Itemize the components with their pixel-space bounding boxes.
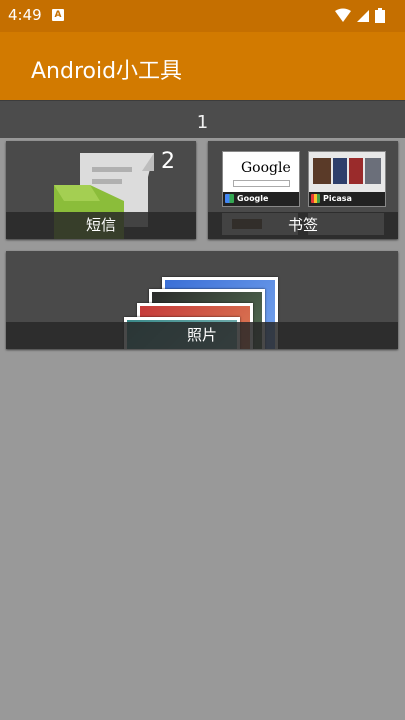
status-bar: 4:49 A (0, 0, 405, 32)
bookmark-thumbnail-google[interactable]: Google Google (222, 151, 300, 207)
bookmark-caption-google-text: Google (237, 194, 269, 203)
wifi-icon (335, 8, 351, 22)
status-icons (335, 8, 391, 28)
photos-widget-label: 照片 (6, 322, 398, 349)
notification-icon: A (52, 9, 64, 21)
battery-icon (375, 8, 385, 23)
sms-widget[interactable]: 2 短信 (6, 141, 196, 239)
status-time: 4:49 (8, 6, 42, 24)
photos-widget[interactable]: 照片 (6, 251, 398, 349)
bookmark-thumbnail-picasa[interactable]: Picasa (308, 151, 386, 207)
bookmarks-widget[interactable]: Google Google Picasa 书签 (208, 141, 398, 239)
bookmarks-widget-label: 书签 (208, 212, 398, 239)
sms-widget-label: 短信 (6, 212, 196, 239)
picasa-favicon-icon (311, 194, 320, 203)
picasa-preview-image (313, 158, 381, 184)
google-favicon-icon (225, 194, 234, 203)
search-box-preview (233, 180, 290, 187)
bookmark-caption-google: Google (223, 192, 299, 206)
bookmark-caption-picasa: Picasa (309, 192, 385, 206)
bookmark-caption-picasa-text: Picasa (323, 194, 352, 203)
cell-signal-icon (357, 10, 369, 22)
app-title: Android小工具 (31, 59, 183, 84)
app-bar: Android小工具 (0, 32, 405, 100)
message-count-badge: 2 (161, 149, 175, 174)
google-logo: Google (241, 160, 291, 176)
page-number-header: 1 (0, 100, 405, 138)
